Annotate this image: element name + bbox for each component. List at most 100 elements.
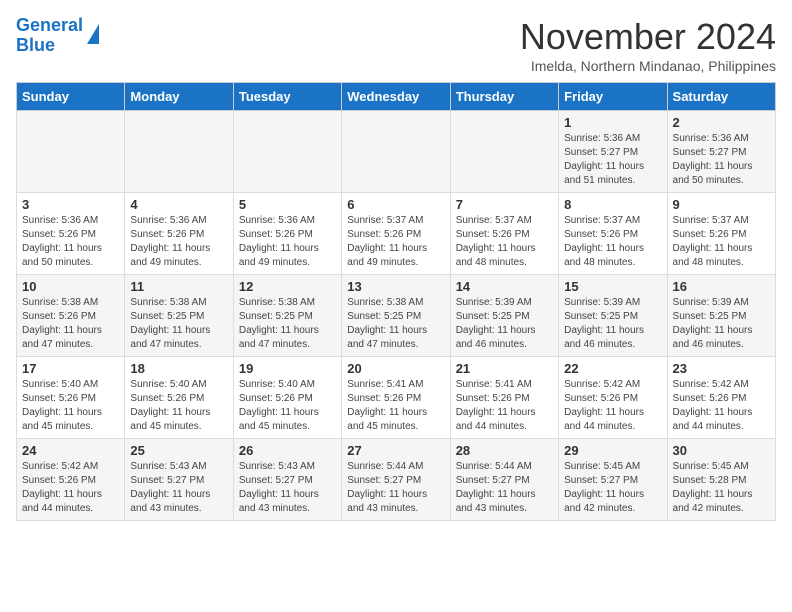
day-number: 12 — [239, 279, 336, 294]
calendar-cell: 10Sunrise: 5:38 AM Sunset: 5:26 PM Dayli… — [17, 275, 125, 357]
calendar-cell: 5 Sunrise: 5:36 AM Sunset: 5:26 PM Daylig… — [233, 193, 341, 275]
calendar-cell: 1 Sunrise: 5:36 AM Sunset: 5:27 PM Daylig… — [559, 111, 667, 193]
day-info: Sunrise: 5:43 AM Sunset: 5:27 PM Dayligh… — [130, 460, 227, 516]
day-info: Sunrise: 5:37 AM Sunset: 5:26 PM Dayligh… — [347, 214, 444, 270]
day-number: 22 — [564, 361, 661, 376]
day-info: Sunrise: 5:42 AM Sunset: 5:26 PM Dayligh… — [564, 378, 661, 434]
calendar-body: 1 Sunrise: 5:36 AM Sunset: 5:27 PM Daylig… — [17, 111, 776, 521]
logo: General Blue — [16, 16, 99, 56]
day-info: Sunrise: 5:36 AM Sunset: 5:26 PM Dayligh… — [22, 214, 119, 270]
calendar-cell: 24 Sunrise: 5:42 AM Sunset: 5:26 PM Dayli… — [17, 439, 125, 521]
calendar-cell: 17Sunrise: 5:40 AM Sunset: 5:26 PM Dayli… — [17, 357, 125, 439]
title-block: November 2024 Imelda, Northern Mindanao,… — [520, 16, 776, 74]
page-header: General Blue November 2024 Imelda, North… — [16, 16, 776, 74]
calendar-cell: 26Sunrise: 5:43 AM Sunset: 5:27 PM Dayli… — [233, 439, 341, 521]
weekday-header-saturday: Saturday — [667, 83, 775, 111]
logo-line2: Blue — [16, 36, 83, 56]
calendar-cell: 23Sunrise: 5:42 AM Sunset: 5:26 PM Dayli… — [667, 357, 775, 439]
calendar-cell: 3 Sunrise: 5:36 AM Sunset: 5:26 PM Daylig… — [17, 193, 125, 275]
day-number: 2 — [673, 115, 770, 130]
day-number: 27 — [347, 443, 444, 458]
calendar-cell: 19Sunrise: 5:40 AM Sunset: 5:26 PM Dayli… — [233, 357, 341, 439]
weekday-header-sunday: Sunday — [17, 83, 125, 111]
day-info: Sunrise: 5:37 AM Sunset: 5:26 PM Dayligh… — [673, 214, 770, 270]
calendar-cell: 22 Sunrise: 5:42 AM Sunset: 5:26 PM Dayli… — [559, 357, 667, 439]
weekday-header-wednesday: Wednesday — [342, 83, 450, 111]
calendar-cell: 25 Sunrise: 5:43 AM Sunset: 5:27 PM Dayli… — [125, 439, 233, 521]
calendar-cell: 2Sunrise: 5:36 AM Sunset: 5:27 PM Daylig… — [667, 111, 775, 193]
weekday-header-thursday: Thursday — [450, 83, 558, 111]
calendar-week-5: 24 Sunrise: 5:42 AM Sunset: 5:26 PM Dayli… — [17, 439, 776, 521]
day-info: Sunrise: 5:39 AM Sunset: 5:25 PM Dayligh… — [673, 296, 770, 352]
day-number: 6 — [347, 197, 444, 212]
calendar-week-3: 10Sunrise: 5:38 AM Sunset: 5:26 PM Dayli… — [17, 275, 776, 357]
logo-text: General Blue — [16, 16, 83, 56]
calendar-header: SundayMondayTuesdayWednesdayThursdayFrid… — [17, 83, 776, 111]
day-number: 28 — [456, 443, 553, 458]
calendar-cell: 14Sunrise: 5:39 AM Sunset: 5:25 PM Dayli… — [450, 275, 558, 357]
day-number: 13 — [347, 279, 444, 294]
calendar-cell: 8 Sunrise: 5:37 AM Sunset: 5:26 PM Daylig… — [559, 193, 667, 275]
weekday-header-tuesday: Tuesday — [233, 83, 341, 111]
day-info: Sunrise: 5:38 AM Sunset: 5:25 PM Dayligh… — [239, 296, 336, 352]
day-info: Sunrise: 5:44 AM Sunset: 5:27 PM Dayligh… — [456, 460, 553, 516]
calendar-cell: 6 Sunrise: 5:37 AM Sunset: 5:26 PM Daylig… — [342, 193, 450, 275]
day-number: 24 — [22, 443, 119, 458]
day-number: 30 — [673, 443, 770, 458]
day-info: Sunrise: 5:36 AM Sunset: 5:26 PM Dayligh… — [130, 214, 227, 270]
day-number: 26 — [239, 443, 336, 458]
calendar-cell: 30 Sunrise: 5:45 AM Sunset: 5:28 PM Dayli… — [667, 439, 775, 521]
calendar-week-2: 3 Sunrise: 5:36 AM Sunset: 5:26 PM Daylig… — [17, 193, 776, 275]
calendar-cell — [342, 111, 450, 193]
calendar-cell: 9 Sunrise: 5:37 AM Sunset: 5:26 PM Daylig… — [667, 193, 775, 275]
day-info: Sunrise: 5:40 AM Sunset: 5:26 PM Dayligh… — [130, 378, 227, 434]
calendar-cell: 27 Sunrise: 5:44 AM Sunset: 5:27 PM Dayli… — [342, 439, 450, 521]
day-info: Sunrise: 5:41 AM Sunset: 5:26 PM Dayligh… — [456, 378, 553, 434]
day-number: 23 — [673, 361, 770, 376]
month-title: November 2024 — [520, 16, 776, 58]
calendar-week-1: 1 Sunrise: 5:36 AM Sunset: 5:27 PM Daylig… — [17, 111, 776, 193]
calendar-cell: 12 Sunrise: 5:38 AM Sunset: 5:25 PM Dayli… — [233, 275, 341, 357]
weekday-header-monday: Monday — [125, 83, 233, 111]
day-number: 8 — [564, 197, 661, 212]
weekday-header-friday: Friday — [559, 83, 667, 111]
calendar-cell: 16Sunrise: 5:39 AM Sunset: 5:25 PM Dayli… — [667, 275, 775, 357]
day-info: Sunrise: 5:44 AM Sunset: 5:27 PM Dayligh… — [347, 460, 444, 516]
calendar-cell: 4 Sunrise: 5:36 AM Sunset: 5:26 PM Daylig… — [125, 193, 233, 275]
day-number: 5 — [239, 197, 336, 212]
day-number: 25 — [130, 443, 227, 458]
day-info: Sunrise: 5:37 AM Sunset: 5:26 PM Dayligh… — [564, 214, 661, 270]
calendar-cell — [17, 111, 125, 193]
calendar-table: SundayMondayTuesdayWednesdayThursdayFrid… — [16, 82, 776, 521]
day-number: 11 — [130, 279, 227, 294]
day-number: 18 — [130, 361, 227, 376]
calendar-week-4: 17Sunrise: 5:40 AM Sunset: 5:26 PM Dayli… — [17, 357, 776, 439]
day-number: 9 — [673, 197, 770, 212]
location: Imelda, Northern Mindanao, Philippines — [520, 58, 776, 74]
day-info: Sunrise: 5:41 AM Sunset: 5:26 PM Dayligh… — [347, 378, 444, 434]
calendar-cell: 15 Sunrise: 5:39 AM Sunset: 5:25 PM Dayli… — [559, 275, 667, 357]
calendar-cell: 21 Sunrise: 5:41 AM Sunset: 5:26 PM Dayli… — [450, 357, 558, 439]
day-info: Sunrise: 5:37 AM Sunset: 5:26 PM Dayligh… — [456, 214, 553, 270]
calendar-cell: 7 Sunrise: 5:37 AM Sunset: 5:26 PM Daylig… — [450, 193, 558, 275]
calendar-cell — [233, 111, 341, 193]
day-info: Sunrise: 5:40 AM Sunset: 5:26 PM Dayligh… — [22, 378, 119, 434]
calendar-cell: 20Sunrise: 5:41 AM Sunset: 5:26 PM Dayli… — [342, 357, 450, 439]
day-info: Sunrise: 5:45 AM Sunset: 5:28 PM Dayligh… — [673, 460, 770, 516]
day-number: 15 — [564, 279, 661, 294]
day-info: Sunrise: 5:38 AM Sunset: 5:25 PM Dayligh… — [347, 296, 444, 352]
day-info: Sunrise: 5:39 AM Sunset: 5:25 PM Dayligh… — [564, 296, 661, 352]
day-info: Sunrise: 5:45 AM Sunset: 5:27 PM Dayligh… — [564, 460, 661, 516]
day-info: Sunrise: 5:42 AM Sunset: 5:26 PM Dayligh… — [22, 460, 119, 516]
calendar-cell — [450, 111, 558, 193]
day-number: 1 — [564, 115, 661, 130]
day-info: Sunrise: 5:38 AM Sunset: 5:25 PM Dayligh… — [130, 296, 227, 352]
day-number: 7 — [456, 197, 553, 212]
calendar-cell: 18 Sunrise: 5:40 AM Sunset: 5:26 PM Dayli… — [125, 357, 233, 439]
day-number: 4 — [130, 197, 227, 212]
day-number: 3 — [22, 197, 119, 212]
day-info: Sunrise: 5:36 AM Sunset: 5:27 PM Dayligh… — [564, 132, 661, 188]
day-info: Sunrise: 5:36 AM Sunset: 5:26 PM Dayligh… — [239, 214, 336, 270]
day-number: 21 — [456, 361, 553, 376]
calendar-cell: 29Sunrise: 5:45 AM Sunset: 5:27 PM Dayli… — [559, 439, 667, 521]
